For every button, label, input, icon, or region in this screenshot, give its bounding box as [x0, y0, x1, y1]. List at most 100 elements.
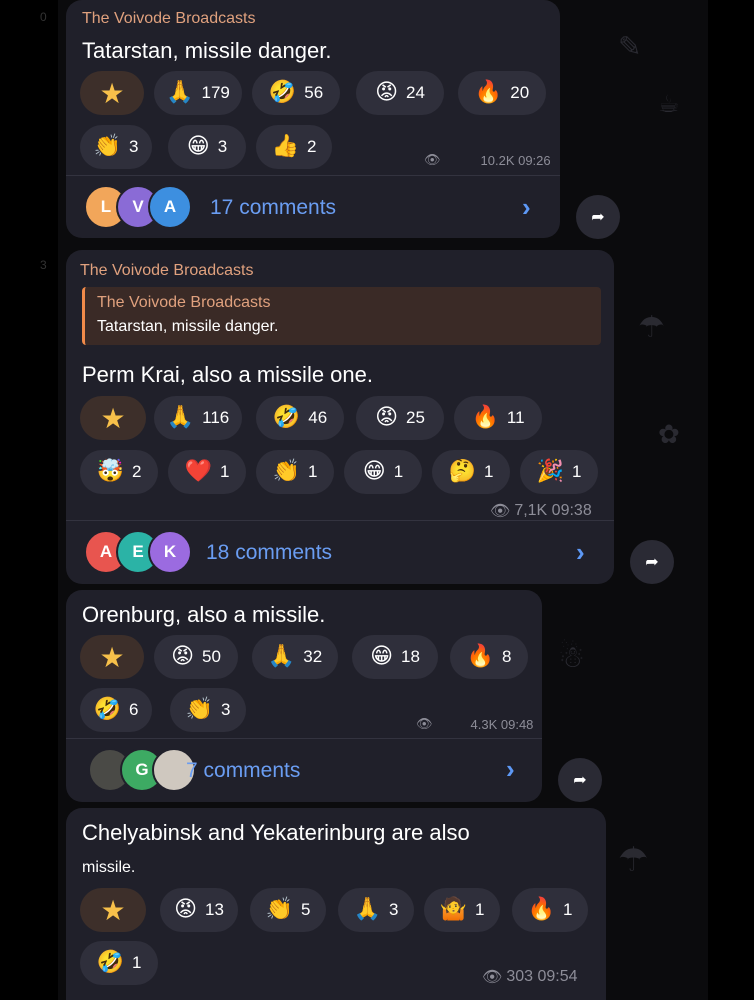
reaction-count: 1 — [131, 953, 142, 972]
reaction-pill[interactable]: 🔥 11 — [454, 396, 542, 440]
comments-link[interactable]: 18 comments — [206, 541, 332, 565]
reaction-pill[interactable]: 🤷 1 — [424, 888, 500, 932]
message-text: Perm Krai, also a missile one. — [82, 362, 373, 387]
reaction-count: 46 — [308, 408, 328, 427]
fire-icon: 🔥 — [471, 405, 499, 430]
reaction-pill[interactable]: 😁 3 — [168, 125, 246, 169]
star-reaction[interactable]: ★ — [80, 396, 146, 440]
reaction-pill[interactable]: 👏 3 — [80, 125, 152, 169]
message-text: Chelyabinsk and Yekaterinburg are also — [82, 820, 470, 845]
reaction-count: 32 — [303, 647, 323, 666]
forward-arrow-icon[interactable]: ➦ — [630, 540, 674, 584]
star-reaction[interactable]: ★ — [80, 71, 144, 115]
views-eye-icon: 👁 — [424, 153, 441, 168]
grin-icon: 😁 — [186, 134, 210, 159]
laughing-icon: 🤣 — [96, 950, 124, 975]
reaction-pill[interactable]: 👏 1 — [256, 450, 334, 494]
commenter-avatars[interactable]: G — [88, 748, 198, 792]
fire-icon: 🔥 — [474, 80, 503, 105]
reaction-count: 2 — [131, 462, 142, 481]
reaction-pill[interactable]: 😡 13 — [160, 888, 238, 932]
reaction-pill[interactable]: 🎉 1 — [520, 450, 598, 494]
reaction-pill[interactable]: 🤣 46 — [256, 396, 344, 440]
reaction-pill[interactable]: 🔥 8 — [450, 635, 528, 679]
doodle-icon: ☂ — [618, 840, 649, 880]
reaction-count: 3 — [220, 700, 231, 719]
reaction-pill[interactable]: 🙏 179 — [154, 71, 242, 115]
reaction-pill[interactable]: 🤔 1 — [432, 450, 510, 494]
channel-name[interactable]: The Voivode Broadcasts — [82, 10, 255, 28]
message-bubble[interactable]: The Voivode Broadcasts Tatarstan, missil… — [66, 0, 560, 238]
star-reaction[interactable]: ★ — [80, 635, 144, 679]
star-icon: ★ — [100, 893, 126, 927]
clap-icon: 👏 — [93, 134, 121, 159]
message-meta: 👁 303 09:54 — [482, 967, 578, 986]
reaction-pill[interactable]: 😡 50 — [154, 635, 238, 679]
reaction-pill[interactable]: 🤣 56 — [252, 71, 340, 115]
reaction-pill[interactable]: 🤯 2 — [80, 450, 158, 494]
reaction-pill[interactable]: 🤣 6 — [80, 688, 152, 732]
party-popper-icon: 🎉 — [536, 459, 564, 484]
thinking-icon: 🤔 — [448, 459, 476, 484]
reaction-pill[interactable]: 🙏 3 — [338, 888, 414, 932]
reaction-pill[interactable]: 🙏 32 — [252, 635, 338, 679]
reaction-count: 3 — [128, 137, 139, 156]
reply-text: Tatarstan, missile danger. — [97, 318, 279, 335]
reaction-count: 6 — [128, 700, 139, 719]
chevron-right-icon[interactable]: › — [522, 192, 531, 223]
reaction-count: 50 — [202, 647, 221, 666]
reaction-pill[interactable]: 🔥 20 — [458, 71, 546, 115]
message-text: Orenburg, also a missile. — [82, 602, 326, 627]
reaction-count: 1 — [571, 462, 582, 481]
channel-name[interactable]: The Voivode Broadcasts — [80, 262, 253, 280]
views-eye-icon: 👁 — [490, 501, 511, 520]
forward-arrow-icon[interactable]: ➦ — [558, 758, 602, 802]
comments-link[interactable]: 7 comments — [186, 759, 300, 783]
views-time: 7,1K 09:38 — [514, 501, 592, 519]
commenter-avatars[interactable]: A E K — [84, 530, 194, 574]
reaction-pill[interactable]: 😡 24 — [356, 71, 444, 115]
reply-channel: The Voivode Broadcasts — [97, 294, 271, 311]
reaction-pill[interactable]: 😁 1 — [344, 450, 422, 494]
angry-face-icon: 😡 — [375, 405, 398, 430]
views-time: 4.3K 09:48 — [470, 717, 534, 732]
doodle-icon: ☕ — [658, 90, 680, 118]
reaction-pill[interactable]: 🤣 1 — [80, 941, 158, 985]
reaction-pill[interactable]: 👏 5 — [250, 888, 326, 932]
star-reaction[interactable]: ★ — [80, 888, 146, 932]
comments-link[interactable]: 17 comments — [210, 196, 336, 220]
reaction-count: 1 — [483, 462, 494, 481]
reaction-pill[interactable]: 🔥 1 — [512, 888, 588, 932]
chevron-right-icon[interactable]: › — [506, 754, 515, 785]
reaction-count: 116 — [202, 408, 230, 427]
message-text: Tatarstan, missile danger. — [82, 38, 332, 63]
fire-icon: 🔥 — [466, 644, 494, 669]
reaction-count: 1 — [393, 462, 404, 481]
commenter-avatars[interactable]: L V A — [84, 185, 194, 229]
reaction-pill[interactable]: 👍 2 — [256, 125, 332, 169]
doodle-icon: ✿ — [658, 420, 680, 450]
message-bubble[interactable]: Orenburg, also a missile. ★ 😡 50 🙏 32 😁 18 … — [66, 590, 542, 802]
reaction-count: 56 — [304, 83, 324, 102]
reaction-pill[interactable]: 😁 18 — [352, 635, 438, 679]
message-bubble[interactable]: Chelyabinsk and Yekaterinburg are also m… — [66, 808, 606, 1000]
reaction-count: 1 — [219, 462, 230, 481]
reaction-pill[interactable]: 😡 25 — [356, 396, 444, 440]
grin-icon: 😁 — [370, 644, 393, 669]
thumbs-up-icon: 👍 — [271, 134, 299, 159]
views-time: 10.2K 09:26 — [480, 153, 551, 168]
reaction-pill[interactable]: ❤️ 1 — [168, 450, 246, 494]
left-rail: 0 3 — [0, 0, 58, 1000]
forward-arrow-icon[interactable]: ➦ — [576, 195, 620, 239]
laughing-icon: 🤣 — [268, 80, 297, 105]
message-bubble[interactable]: The Voivode Broadcasts The Voivode Broad… — [66, 250, 614, 584]
reaction-count: 1 — [562, 900, 573, 919]
reaction-pill[interactable]: 👏 3 — [170, 688, 246, 732]
doodle-icon: ☃ — [558, 640, 585, 675]
chevron-right-icon[interactable]: › — [576, 537, 585, 568]
clap-icon: 👏 — [185, 697, 213, 722]
views-eye-icon: 👁 — [416, 717, 433, 732]
shrug-icon: 🤷 — [439, 897, 467, 922]
reply-quote[interactable]: The Voivode Broadcasts Tatarstan, missil… — [82, 287, 601, 345]
reaction-pill[interactable]: 🙏 116 — [154, 396, 242, 440]
